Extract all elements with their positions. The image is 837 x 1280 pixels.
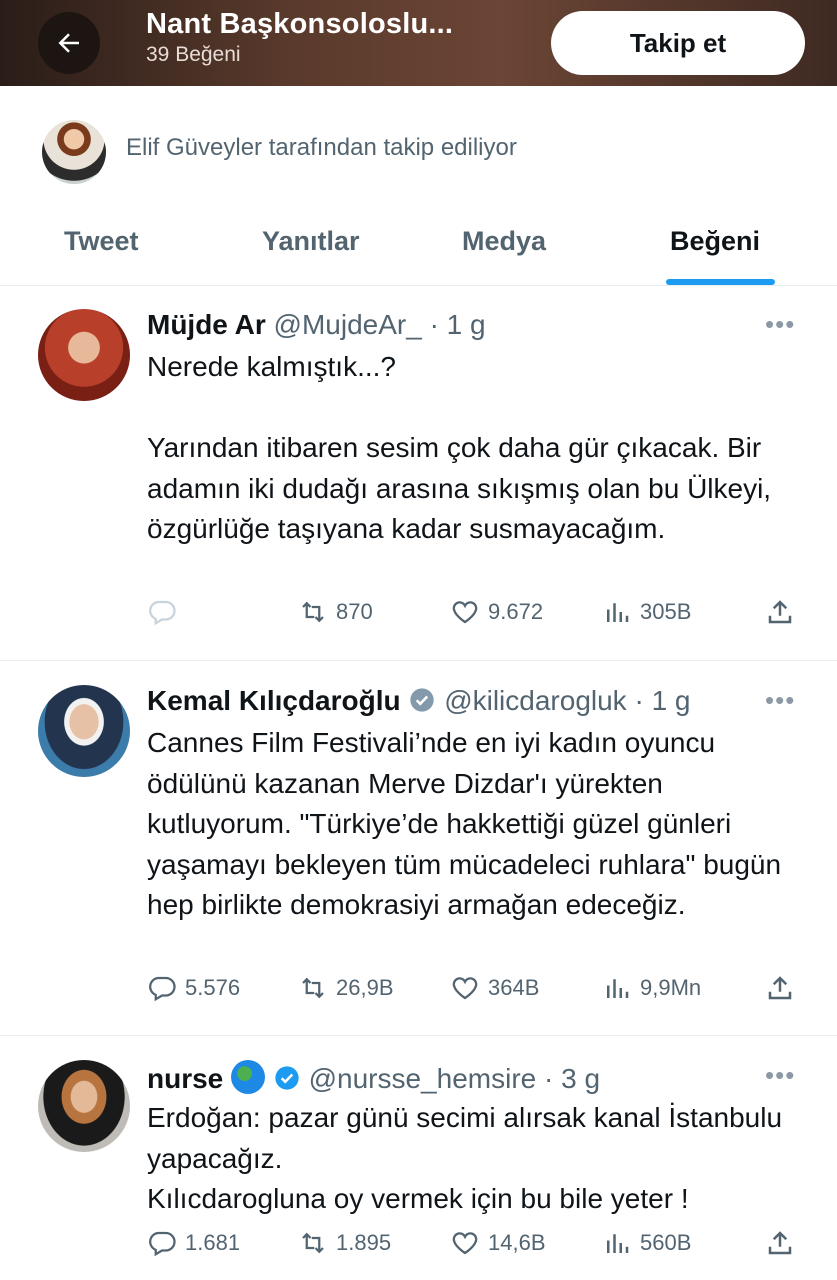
verified-badge-icon (410, 688, 435, 712)
reply-icon (149, 600, 176, 626)
retweet-button[interactable]: 1.895 (298, 1228, 391, 1258)
author-name[interactable]: Kemal Kılıçdaroğlu (147, 685, 401, 716)
follow-button[interactable]: Takip et (551, 11, 805, 75)
heart-icon (452, 977, 478, 1000)
back-button[interactable] (38, 12, 100, 74)
tweet-actions: 5.576 26,9B 364B 9,9Mn (0, 973, 837, 1013)
author-handle[interactable]: @nursse_hemsire (309, 1063, 537, 1094)
views-count: 560B (640, 1230, 692, 1255)
retweet-icon (302, 601, 324, 623)
more-options-icon[interactable]: ••• (765, 309, 795, 340)
share-icon (768, 1231, 792, 1255)
tweet[interactable]: nurse @nursse_hemsire · 3 g ••• Erdoğan:… (0, 1036, 837, 1280)
views-icon (607, 603, 629, 622)
reply-button[interactable]: 1.681 (147, 1228, 240, 1258)
likes-count: 39 Beğeni (146, 43, 241, 66)
heart-icon (452, 601, 478, 624)
tweet-time[interactable]: · 1 g (430, 309, 486, 340)
views-button[interactable]: 9,9Mn (602, 973, 701, 1003)
tweet-text: Nerede kalmıştık...? Yarından itibaren s… (147, 351, 772, 544)
like-button[interactable]: 9.672 (450, 597, 543, 627)
like-button[interactable]: 14,6B (450, 1228, 546, 1258)
share-button[interactable] (765, 973, 795, 1003)
like-button[interactable]: 364B (450, 973, 539, 1003)
tab-tweet[interactable]: Tweet (64, 226, 139, 257)
author-name[interactable]: Müjde Ar (147, 309, 266, 340)
views-button[interactable]: 560B (602, 1228, 691, 1258)
avatar[interactable] (38, 1060, 130, 1152)
tweet-time[interactable]: · 3 g (544, 1063, 600, 1094)
like-count: 9.672 (488, 599, 544, 624)
tweet-text: Cannes Film Festivali’nde en iyi kadın o… (147, 727, 782, 920)
tweet-time[interactable]: · 1 g (634, 685, 690, 716)
retweet-icon (302, 1232, 324, 1254)
tweet[interactable]: Kemal Kılıçdaroğlu @kilicdarogluk · 1 g … (0, 661, 837, 1036)
reply-count: 1.681 (185, 1230, 241, 1255)
tab-media[interactable]: Medya (462, 226, 546, 257)
views-icon (607, 1234, 629, 1253)
share-icon (768, 600, 792, 624)
retweet-count: 26,9B (336, 975, 394, 1000)
active-tab-indicator (666, 279, 775, 285)
tab-likes[interactable]: Beğeni (670, 226, 760, 257)
views-icon (607, 979, 629, 998)
reply-icon (149, 976, 176, 1002)
retweet-count: 870 (336, 599, 373, 624)
tweet-actions: 870 9.672 305B (0, 597, 837, 637)
share-button[interactable] (765, 1228, 795, 1258)
followed-by-row[interactable]: Elif Güveyler tarafından takip ediliyor (0, 86, 837, 206)
author-handle[interactable]: @MujdeAr_ (274, 309, 422, 340)
author-handle[interactable]: @kilicdarogluk (444, 685, 627, 716)
profile-header: Nant Başkonsoloslu... 39 Beğeni Takip et (0, 0, 837, 86)
like-count: 364B (488, 975, 540, 1000)
more-options-icon[interactable]: ••• (765, 1060, 795, 1091)
profile-tabs: Tweet Yanıtlar Medya Beğeni (0, 206, 837, 286)
views-button[interactable]: 305B (602, 597, 691, 627)
views-count: 9,9Mn (640, 975, 702, 1000)
reply-button[interactable]: 5.576 (147, 973, 240, 1003)
share-icon (768, 976, 792, 1000)
tab-replies[interactable]: Yanıtlar (262, 226, 360, 257)
tweet-text: Erdoğan: pazar günü secimi alırsak kanal… (147, 1102, 783, 1214)
retweet-icon (302, 977, 324, 999)
avatar[interactable] (38, 309, 130, 401)
globe-emoji-icon (231, 1060, 266, 1094)
tweet[interactable]: Müjde Ar @MujdeAr_ · 1 g ••• Nerede kalm… (0, 287, 837, 661)
profile-title: Nant Başkonsoloslu... (146, 8, 454, 40)
views-count: 305B (640, 599, 692, 624)
like-count: 14,6B (488, 1230, 546, 1255)
retweet-button[interactable]: 26,9B (298, 973, 394, 1003)
author-name[interactable]: nurse (147, 1063, 223, 1094)
follower-avatar[interactable] (42, 120, 106, 184)
heart-icon (452, 1232, 478, 1255)
more-options-icon[interactable]: ••• (765, 685, 795, 716)
avatar[interactable] (38, 685, 130, 777)
reply-icon (149, 1231, 176, 1257)
followed-by-text: Elif Güveyler tarafından takip ediliyor (126, 134, 517, 161)
reply-count: 5.576 (185, 975, 241, 1000)
share-button[interactable] (765, 597, 795, 627)
reply-button[interactable] (147, 597, 185, 627)
tweet-actions: 1.681 1.895 14,6B 560B (0, 1228, 837, 1268)
verified-badge-icon (275, 1066, 299, 1090)
arrow-left-icon (58, 33, 79, 53)
retweet-count: 1.895 (336, 1230, 392, 1255)
retweet-button[interactable]: 870 (298, 597, 373, 627)
